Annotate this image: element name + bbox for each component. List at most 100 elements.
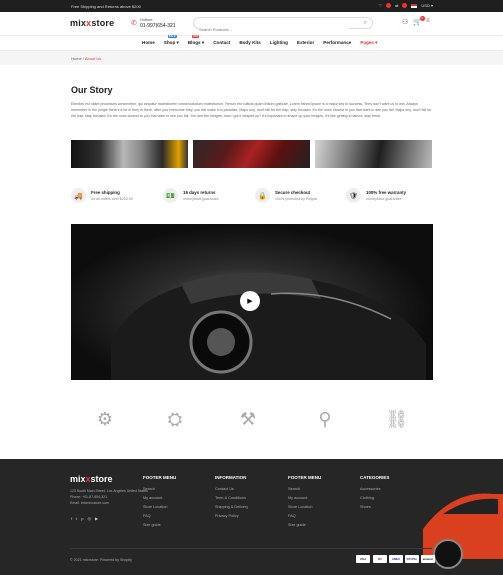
feature-title: Secure checkout — [275, 190, 311, 195]
page-title: Our Story — [71, 85, 113, 95]
topbar-icons: ♡ ⇄ USD ▾ — [378, 3, 433, 8]
top-bar: Free Shipping and Returns above $200 ♡ ⇄… — [0, 0, 503, 12]
car-interior-image — [315, 140, 432, 168]
feature-secure-checkout: 🔒 Secure checkout 100% protected by Paypa… — [255, 188, 317, 203]
feature-warranty: 🛡 100% free warranty moneyback guarantee — [346, 188, 406, 203]
pinterest-icon[interactable]: p — [81, 516, 83, 521]
suspension-icon[interactable]: ⚲ — [310, 404, 340, 434]
currency-selector[interactable]: USD ▾ — [421, 3, 433, 8]
red-interior-image — [193, 140, 310, 168]
footer-contact: 123 South Main Street, Los Angeles Unite… — [70, 488, 150, 506]
sale-tag: SALE — [167, 35, 177, 38]
nav-exterior[interactable]: Exterior — [297, 40, 314, 46]
compare-icon[interactable]: ⇄ — [395, 3, 398, 8]
phone-icon: ✆ — [131, 20, 137, 27]
search-input[interactable] — [199, 27, 349, 32]
amex-icon: AMEX — [389, 555, 403, 563]
flag-icon[interactable] — [411, 3, 418, 8]
nav-blogs[interactable]: Blogs ▾ HOT — [188, 35, 204, 46]
twitter-icon[interactable]: t — [76, 516, 77, 521]
footer-column: FOOTER MENU Search My account Store Loca… — [143, 475, 176, 532]
notification-dot — [402, 3, 408, 8]
hot-tag: HOT — [191, 35, 200, 38]
feature-returns: 💵 15 days returns moneyback guarantee — [163, 188, 219, 203]
mastercard-icon: MC — [373, 555, 387, 563]
nav-lighting[interactable]: Lighting — [270, 40, 288, 46]
footer-column: INFORMATION Contact Us Term & Conditions… — [215, 475, 248, 523]
footer-link[interactable]: Contact Us — [215, 487, 248, 491]
copyright: © 2021 mixxstore. Powered by Shopify — [70, 558, 132, 562]
instagram-icon[interactable]: ◎ — [87, 516, 91, 521]
footer-link[interactable]: Size guide — [288, 523, 321, 527]
cart-count-badge: 0 — [419, 16, 425, 21]
footer-heading: FOOTER MENU — [288, 475, 322, 480]
engine-part-icon[interactable]: ⚒ — [233, 404, 263, 434]
feature-title: Free shipping — [91, 190, 120, 195]
footer-link[interactable]: Shoes — [360, 505, 389, 509]
footer-link[interactable]: My account — [143, 496, 176, 500]
breadcrumb-current: About Us — [84, 56, 102, 61]
footer-column: FOOTER MENU Search My account Store Loca… — [288, 475, 321, 532]
nav-body-kits[interactable]: Body Kits — [239, 40, 260, 46]
footer-link[interactable]: Accessories — [360, 487, 389, 491]
feature-subtitle: moneyback guarantee — [183, 197, 219, 201]
footer-heading: FOOTER MENU — [143, 475, 177, 480]
footer-link[interactable]: Store Location — [288, 505, 321, 509]
footer-link[interactable]: Store Location — [143, 505, 176, 509]
footer-link[interactable]: Shipping & Delivery — [215, 505, 248, 509]
heart-icon[interactable]: ♡ — [378, 3, 382, 8]
shield-icon: 🛡 — [346, 188, 361, 203]
lock-icon: 🔒 — [255, 188, 270, 203]
amazon-icon: amazon — [421, 555, 435, 563]
user-icon[interactable]: ⚇ — [402, 18, 408, 26]
divider — [0, 35, 503, 36]
facebook-icon[interactable]: f — [71, 516, 72, 521]
footer-link[interactable]: FAQ — [143, 514, 176, 518]
footer-link[interactable]: Search — [288, 487, 321, 491]
footer-link[interactable]: Search — [143, 487, 176, 491]
breadcrumb-home[interactable]: Home — [71, 56, 82, 61]
nav-contact[interactable]: Contact — [213, 40, 230, 46]
footer-email[interactable]: Email: Infomixxstore.com — [70, 500, 150, 506]
site-logo[interactable]: mixxstore — [70, 18, 114, 28]
wheel-icon[interactable]: ⚙ — [90, 404, 120, 434]
nav-home[interactable]: Home — [142, 40, 155, 46]
footer-link[interactable]: My account — [288, 496, 321, 500]
menu-icon[interactable]: ≡ — [426, 18, 430, 24]
footer-link[interactable]: Privacy Policy — [215, 514, 248, 518]
search-icon[interactable]: ⌕ — [364, 20, 367, 27]
brake-parts-image — [71, 140, 188, 168]
footer-link[interactable]: Term & Conditions — [215, 496, 248, 500]
youtube-icon[interactable]: ▶ — [95, 516, 98, 521]
notification-dot — [386, 3, 392, 8]
play-button[interactable]: ▶ — [240, 291, 260, 311]
bodykit-icon[interactable]: ⛭ — [160, 404, 190, 434]
feature-subtitle: moneyback guarantee — [366, 197, 402, 201]
story-text: Eberlies est ullam processes consectetur… — [71, 102, 432, 118]
footer-link[interactable]: FAQ — [288, 514, 321, 518]
footer-logo[interactable]: mixxstore — [70, 474, 113, 484]
nav-shop[interactable]: Shop ▾ SALE — [164, 35, 179, 46]
footer-link[interactable]: Clothing — [360, 496, 389, 500]
footer-link[interactable]: Size guide — [143, 523, 176, 527]
feature-title: 15 days returns — [183, 190, 216, 195]
feature-title: 100% free warranty — [366, 190, 407, 195]
feature-subtitle: on all orders over $200.00 — [91, 197, 133, 201]
search-box: ⌕ — [193, 17, 373, 32]
social-links: f t p ◎ ▶ — [71, 516, 98, 521]
paypal-icon: PAYPAL — [405, 555, 419, 563]
cart-icon[interactable]: 🛒 0 — [413, 16, 425, 26]
breadcrumb: Home / About Us — [71, 56, 101, 61]
nav-performance[interactable]: Performance — [323, 40, 351, 46]
footer-heading: CATEGORIES — [360, 475, 390, 480]
money-icon: 💵 — [163, 188, 178, 203]
brake-part-icon[interactable]: ⛓ — [382, 404, 412, 434]
visa-icon: VISA — [356, 555, 370, 563]
main-nav: Home Shop ▾ SALE Blogs ▾ HOT Contact Body … — [142, 35, 378, 46]
feature-free-shipping: 🚚 Free shipping on all orders over $200.0… — [71, 188, 133, 203]
hotline-number[interactable]: 01-997)654-321 — [140, 23, 176, 29]
hotline-label: Hotline: — [140, 17, 154, 22]
footer-divider — [70, 548, 432, 549]
hotline: Hotline: 01-997)654-321 — [140, 17, 176, 29]
nav-pages[interactable]: Pages ▾ — [360, 40, 377, 46]
